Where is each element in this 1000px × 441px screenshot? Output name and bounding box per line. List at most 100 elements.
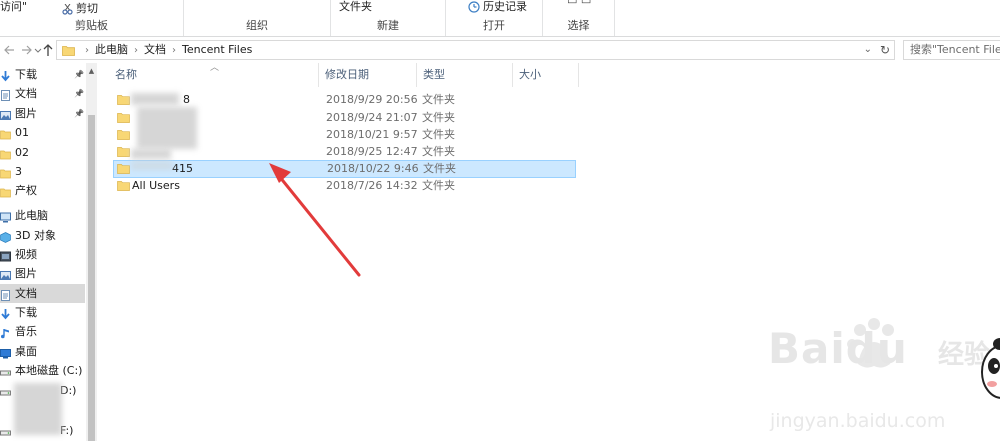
column-header-name[interactable]: 名称 [109,63,319,87]
ribbon-group-open: 历史记录 打开 [446,0,543,36]
sidebar-item[interactable]: 图片 📌 [0,104,85,123]
file-type: 文件夹 [422,179,455,192]
sidebar-item[interactable]: 产权 [0,181,85,200]
select-all-button[interactable]: ▭ ▭ [567,0,591,7]
file-date: 2018/9/29 20:56 [326,93,418,106]
breadcrumb-separator[interactable]: › [134,45,138,56]
computer-icon [0,210,11,223]
breadcrumb-documents[interactable]: 文档 [144,43,166,56]
navigation-pane: 下载 📌 文档 📌 图片 📌 01 02 3 产权 此电脑 3D 对象 视频 图片 文档 下载 音乐 桌面 本地磁盘… [0,63,97,441]
folder-icon [0,147,11,160]
breadcrumb: › 此电脑 › 文档 › Tencent Files [79,41,252,59]
sidebar-item-label: 3 [15,165,22,178]
video-icon [0,249,11,262]
sidebar-item[interactable]: 下载 📌 [0,65,85,84]
history-icon [468,1,480,13]
redacted-label [14,383,62,435]
history-label: 历史记录 [483,0,527,13]
column-header-type[interactable]: 类型 [417,63,513,87]
clipboard-group-label: 剪贴板 [75,19,108,32]
address-history-icon[interactable]: ⌄ [864,42,872,58]
breadcrumb-tencent-files[interactable]: Tencent Files [182,43,252,56]
sidebar-item-label: 文档 [15,87,37,100]
redacted-name [131,162,173,170]
sidebar-item[interactable]: 音乐 [0,322,85,341]
search-input[interactable]: 搜索"Tencent Files" [903,40,1000,60]
pin-icon[interactable]: 📌 [74,65,84,84]
folder-icon [62,46,75,56]
document-icon [0,288,11,301]
sidebar-item[interactable]: 01 [0,123,85,142]
breadcrumb-separator: › [85,45,89,56]
scroll-up-icon[interactable]: ▲ [86,67,97,75]
folder-icon [117,113,130,123]
sidebar-item[interactable]: 视频 [0,245,85,264]
refresh-icon[interactable]: ↻ [880,42,890,58]
sidebar-scrollbar-thumb[interactable] [88,115,95,441]
file-type: 文件夹 [423,162,456,175]
ribbon-quick-access-label[interactable]: 访问" [0,0,27,14]
pictures-icon [0,268,11,280]
file-name: 415 [172,162,193,175]
folder-icon [117,164,130,174]
sidebar-item[interactable]: 下载 [0,303,85,322]
address-bar[interactable]: › 此电脑 › 文档 › Tencent Files ⌄ ↻ [56,40,895,60]
sidebar-item-label: 02 [15,146,29,159]
sidebar-item[interactable]: 此电脑 [0,206,85,225]
folder-icon [117,130,130,140]
sidebar-item[interactable]: 文档 [0,284,85,303]
column-header-size[interactable]: 大小 [513,63,579,87]
baidu-watermark: Baidu 经验 jingyan.baidu.com [760,318,1000,441]
panda-mascot [981,338,1000,399]
sidebar-item[interactable]: 文档 📌 [0,84,85,103]
music-icon [0,326,11,339]
sidebar-item[interactable]: 桌面 [0,342,85,361]
up-button[interactable] [40,41,56,59]
sidebar-item-label: 图片 [15,267,37,280]
back-arrow-icon [4,45,14,55]
folder-icon [117,95,130,105]
folder-icon [0,185,11,198]
ribbon: 访问" 剪切 剪贴板 组织 文件夹 新建 历史记录 打开 ▭ ▭ 选择 [0,0,1000,37]
desktop-icon [0,346,11,359]
pin-icon[interactable]: 📌 [74,104,84,123]
history-button[interactable]: 历史记录 [468,0,527,14]
sidebar-item[interactable]: 本地磁盘 (C:) [0,361,85,380]
back-button[interactable] [2,41,18,59]
sidebar-item[interactable]: 02 [0,143,85,162]
folder-icon [0,166,11,179]
ribbon-group-select: ▭ ▭ 选择 [543,0,615,36]
sidebar-item[interactable]: 3 [0,162,85,181]
sidebar-item-label: 此电脑 [15,209,48,222]
download-icon [0,69,11,82]
sidebar-item-label: 下载 [15,68,37,81]
file-date: 2018/9/24 21:07 [326,111,418,124]
new-folder-button[interactable]: 文件夹 [339,0,372,14]
column-header-row: ︿ 名称 修改日期 类型 大小 [97,63,1000,87]
sidebar-item-label: 音乐 [15,325,37,338]
sidebar-item[interactable]: 图片 [0,264,85,283]
ribbon-group-organize: 组织 [184,0,331,36]
select-group-label: 选择 [567,19,590,32]
column-header-date[interactable]: 修改日期 [319,63,417,87]
pin-icon[interactable]: 📌 [74,84,84,103]
ribbon-group-clipboard: 访问" 剪切 剪贴板 [0,0,184,36]
scissors-icon [62,3,73,15]
cut-button[interactable]: 剪切 [62,0,98,16]
breadcrumb-separator[interactable]: › [172,45,176,56]
file-type: 文件夹 [422,145,455,158]
sidebar-item-label: 下载 [15,306,37,319]
redacted-name [137,107,197,149]
breadcrumb-this-pc[interactable]: 此电脑 [95,43,128,56]
organize-group-label: 组织 [246,19,268,32]
folder-icon [0,127,11,140]
folder-icon [117,147,130,157]
redacted-name [131,93,179,105]
folder-icon [117,181,130,191]
file-type: 文件夹 [422,111,455,124]
sidebar-item-label: 图片 [15,107,37,120]
ribbon-group-new: 文件夹 新建 [331,0,446,36]
document-icon [0,88,11,101]
sidebar-item[interactable]: 3D 对象 [0,226,85,245]
sidebar-item-label: 视频 [15,248,37,261]
